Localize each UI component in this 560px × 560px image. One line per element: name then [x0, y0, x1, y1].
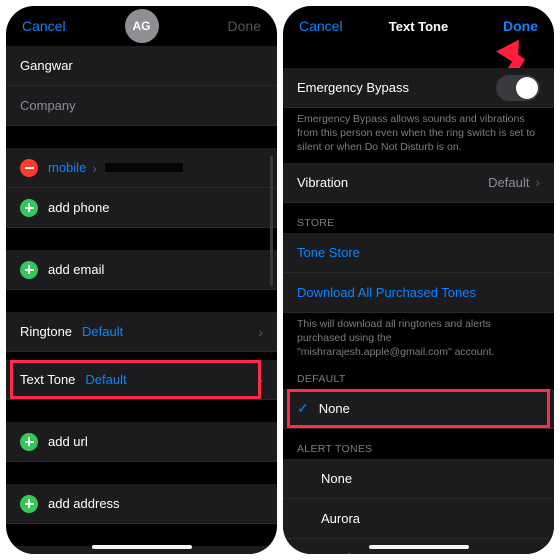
add-url-label: add url	[48, 434, 88, 449]
remove-icon[interactable]	[20, 159, 38, 177]
add-email-label: add email	[48, 262, 104, 277]
default-tone-row[interactable]: ✓ None	[283, 389, 554, 429]
nav-bar: Cancel Text Tone Done	[283, 6, 554, 46]
done-button[interactable]: Done	[503, 18, 538, 34]
alert-tone-row[interactable]: None	[283, 459, 554, 499]
content-scroll[interactable]: Emergency Bypass Emergency Bypass allows…	[283, 46, 554, 554]
ringtone-label: Ringtone	[20, 324, 72, 339]
add-email-row[interactable]: add email	[6, 250, 277, 290]
lastname-value: Gangwar	[20, 58, 73, 73]
tone-store-row[interactable]: Tone Store	[283, 233, 554, 273]
add-phone-row[interactable]: add phone	[6, 188, 277, 228]
chevron-right-icon: ›	[258, 324, 263, 340]
emergency-label: Emergency Bypass	[297, 80, 409, 95]
avatar-initials: AG	[133, 19, 151, 33]
home-indicator[interactable]	[92, 545, 192, 549]
add-address-row[interactable]: add address	[6, 484, 277, 524]
avatar[interactable]: AG	[125, 9, 159, 43]
ringtone-value: Default	[82, 324, 123, 339]
default-tone-value: None	[319, 401, 350, 416]
cancel-button[interactable]: Cancel	[299, 18, 343, 34]
scrollbar[interactable]	[270, 156, 273, 286]
add-icon[interactable]	[20, 261, 38, 279]
vibration-row[interactable]: Vibration Default ›	[283, 163, 554, 203]
add-address-label: add address	[48, 496, 120, 511]
company-field[interactable]: Company	[6, 86, 277, 126]
add-url-row[interactable]: add url	[6, 422, 277, 462]
phone-type[interactable]: mobile	[48, 160, 86, 175]
texttone-label: Text Tone	[20, 372, 75, 387]
company-placeholder: Company	[20, 98, 76, 113]
alert-tone-label: Aurora	[321, 511, 360, 526]
alert-tone-label: None	[321, 471, 352, 486]
phone-number-redacted	[105, 163, 183, 172]
texttone-value: Default	[85, 372, 126, 387]
emergency-bypass-row[interactable]: Emergency Bypass	[283, 68, 554, 108]
ringtone-row[interactable]: Ringtone Default ›	[6, 312, 277, 352]
alert-tone-label: Bamboo	[321, 551, 369, 554]
store-header: STORE	[283, 203, 554, 233]
download-tones-row[interactable]: Download All Purchased Tones	[283, 273, 554, 313]
add-icon[interactable]	[20, 495, 38, 513]
alert-tone-row[interactable]: Aurora	[283, 499, 554, 539]
download-desc: This will download all ringtones and ale…	[283, 313, 554, 368]
vibration-label: Vibration	[297, 175, 348, 190]
default-header: DEFAULT	[283, 367, 554, 389]
emergency-desc: Emergency Bypass allows sounds and vibra…	[283, 108, 554, 163]
toggle-switch[interactable]	[496, 75, 540, 101]
vibration-value: Default	[488, 175, 529, 190]
chevron-right-icon: ›	[258, 372, 263, 388]
texttone-row[interactable]: Text Tone Default ›	[6, 360, 277, 400]
cancel-button[interactable]: Cancel	[22, 18, 66, 34]
add-icon[interactable]	[20, 199, 38, 217]
add-phone-label: add phone	[48, 200, 109, 215]
lastname-field[interactable]: Gangwar	[6, 46, 277, 86]
phone-row[interactable]: mobile ›	[6, 148, 277, 188]
add-icon[interactable]	[20, 433, 38, 451]
chevron-right-icon: ›	[535, 174, 540, 190]
text-tone-screen: Cancel Text Tone Done Emergency Bypass E…	[283, 6, 554, 554]
alert-tones-header: ALERT TONES	[283, 429, 554, 459]
chevron-down-icon: ›	[92, 160, 97, 176]
home-indicator[interactable]	[369, 545, 469, 549]
edit-contact-screen: Cancel AG Done Gangwar Company mobile › …	[6, 6, 277, 554]
tone-store-link: Tone Store	[297, 245, 360, 260]
content-scroll[interactable]: Gangwar Company mobile › add phone add e…	[6, 46, 277, 554]
checkmark-icon: ✓	[297, 400, 309, 417]
download-tones-link: Download All Purchased Tones	[297, 285, 476, 300]
done-button: Done	[228, 18, 261, 34]
nav-bar: Cancel AG Done	[6, 6, 277, 46]
